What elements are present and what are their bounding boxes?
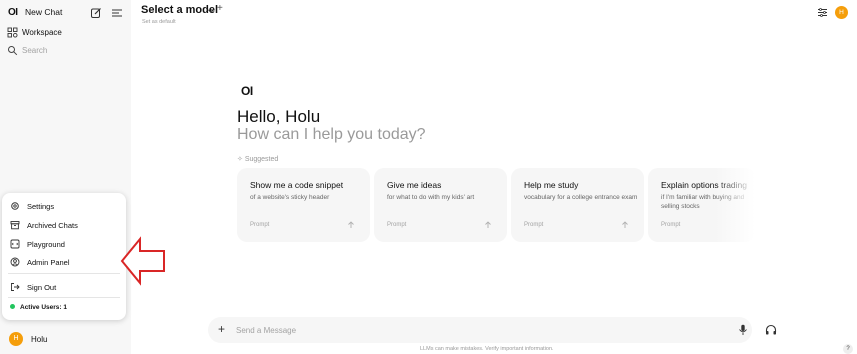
suggestion-description: for what to do with my kids' art: [387, 194, 475, 201]
add-model-button[interactable]: +: [217, 3, 223, 14]
header-user-avatar[interactable]: H: [835, 6, 848, 19]
edit-icon[interactable]: [90, 7, 102, 19]
active-users-label: Active Users: 1: [20, 304, 67, 311]
annotation-arrow-icon: [120, 236, 165, 286]
search-input[interactable]: Search: [0, 42, 131, 60]
suggestion-description: of a website's sticky header: [250, 194, 330, 201]
workspace-icon: [7, 27, 18, 38]
sidebar-item-label: Workspace: [22, 28, 62, 37]
greeting-subtitle: How can I help you today?: [237, 126, 426, 143]
user-name[interactable]: Holu: [31, 335, 47, 344]
microphone-icon[interactable]: [738, 324, 748, 336]
archive-icon: [10, 221, 20, 230]
suggestion-card[interactable]: Give me ideas for what to do with my kid…: [374, 168, 507, 242]
headphones-icon[interactable]: [765, 324, 777, 336]
search-icon: [8, 46, 18, 56]
carousel-fade: [715, 168, 755, 242]
sidebar: OI New Chat Workspace Search Settings Ar…: [0, 0, 131, 354]
suggestion-prompt-label: Prompt: [387, 222, 407, 228]
attach-button[interactable]: +: [218, 322, 225, 336]
suggestion-title: Help me study: [524, 180, 579, 190]
suggestion-prompt-label: Prompt: [661, 222, 681, 228]
menu-item-label: Archived Chats: [27, 221, 78, 230]
code-window-icon: [10, 239, 20, 249]
sidebar-toggle-icon[interactable]: [111, 7, 123, 19]
menu-item-settings[interactable]: Settings: [2, 198, 126, 214]
disclaimer-text: LLMs can make mistakes. Verify important…: [420, 346, 554, 352]
arrow-up-icon: [348, 221, 354, 228]
active-users-indicator: Active Users: 1: [10, 304, 67, 311]
app-logo[interactable]: OI: [8, 7, 18, 18]
suggestion-title: Show me a code snippet: [250, 180, 344, 190]
online-status-dot: [10, 304, 15, 309]
menu-item-label: Settings: [27, 202, 55, 211]
menu-item-archived-chats[interactable]: Archived Chats: [2, 217, 126, 233]
suggested-label: ✧ Suggested: [237, 155, 278, 163]
gear-icon: [11, 202, 19, 210]
arrow-up-icon: [622, 221, 628, 228]
sparkle-icon: ✧: [237, 156, 245, 163]
arrow-up-icon: [485, 221, 491, 228]
new-chat-button[interactable]: New Chat: [25, 7, 62, 17]
suggestion-prompt-label: Prompt: [524, 222, 544, 228]
message-input[interactable]: Send a Message: [236, 326, 296, 335]
user-avatar[interactable]: H: [9, 332, 23, 346]
suggestion-card[interactable]: Help me study vocabulary for a college e…: [511, 168, 644, 242]
suggested-text: Suggested: [244, 156, 279, 163]
menu-item-label: Sign Out: [27, 283, 57, 292]
menu-item-admin-panel[interactable]: Admin Panel: [2, 254, 126, 270]
help-button[interactable]: ?: [843, 344, 853, 354]
menu-item-playground[interactable]: Playground: [2, 236, 126, 252]
chevron-down-icon[interactable]: [207, 7, 215, 15]
suggestion-card[interactable]: Show me a code snippet of a website's st…: [237, 168, 370, 242]
menu-divider: [8, 273, 120, 274]
menu-item-sign-out[interactable]: Sign Out: [2, 279, 126, 295]
search-placeholder: Search: [22, 46, 48, 55]
suggestion-title: Give me ideas: [387, 180, 442, 190]
user-circle-icon: [10, 257, 20, 267]
sidebar-header: OI New Chat: [0, 0, 131, 26]
message-input-bar: + Send a Message: [208, 317, 752, 343]
menu-divider: [8, 297, 120, 298]
set-default-link[interactable]: Set as default: [142, 19, 176, 25]
sign-out-icon: [11, 283, 20, 291]
user-menu-popup: Settings Archived Chats Playground Admin…: [2, 193, 126, 320]
controls-icon[interactable]: [817, 7, 828, 18]
menu-item-label: Admin Panel: [27, 258, 70, 267]
suggestion-prompt-label: Prompt: [250, 222, 270, 228]
main-logo: OI: [241, 84, 253, 98]
greeting-title: Hello, Holu: [237, 107, 321, 126]
sidebar-item-workspace[interactable]: Workspace: [0, 24, 131, 42]
suggestion-description: vocabulary for a college entrance exam: [524, 194, 638, 201]
menu-item-label: Playground: [27, 240, 65, 249]
